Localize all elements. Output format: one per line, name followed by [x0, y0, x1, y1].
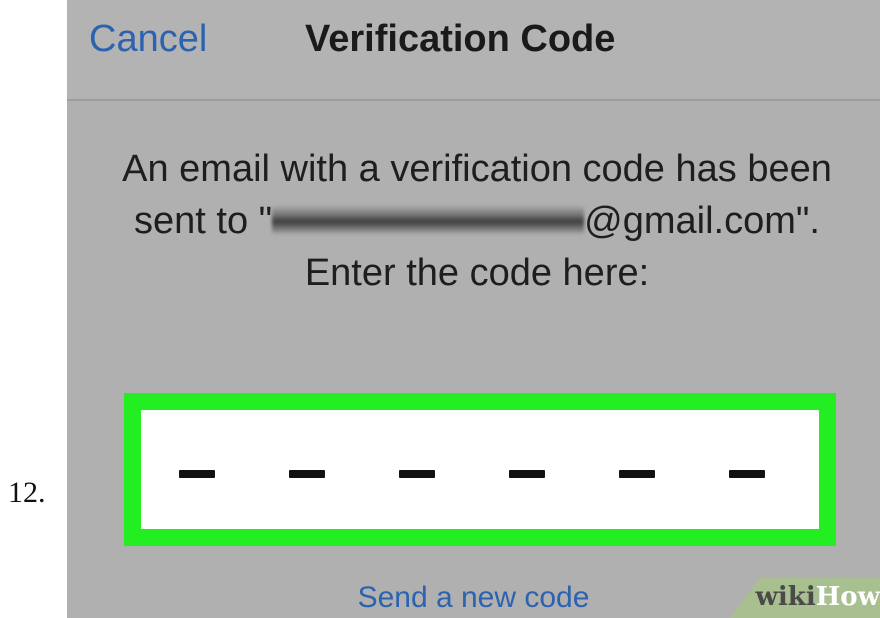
watermark-text: wikiHow	[756, 582, 880, 612]
code-digit-placeholder	[289, 470, 325, 478]
watermark-how: How	[815, 582, 880, 612]
email-prefix-quote: "	[258, 200, 273, 242]
cancel-button[interactable]: Cancel	[89, 18, 207, 61]
code-digit-placeholder	[399, 470, 435, 478]
verification-code-input[interactable]	[124, 393, 836, 546]
redacted-email-blur	[272, 205, 585, 235]
wikihow-watermark: wikiHow	[730, 578, 880, 618]
verification-screen: Cancel Verification Code An email with a…	[67, 0, 880, 618]
step-number: 12.	[8, 476, 46, 509]
verification-message: An email with a verification code has be…	[97, 143, 857, 299]
page-title: Verification Code	[305, 18, 616, 60]
navigation-bar: Cancel Verification Code	[67, 0, 880, 101]
watermark-wiki: wiki	[755, 582, 816, 612]
code-digit-placeholder	[509, 470, 545, 478]
code-digit-placeholder	[729, 470, 765, 478]
code-digit-placeholder	[179, 470, 215, 478]
code-digit-placeholder	[619, 470, 655, 478]
